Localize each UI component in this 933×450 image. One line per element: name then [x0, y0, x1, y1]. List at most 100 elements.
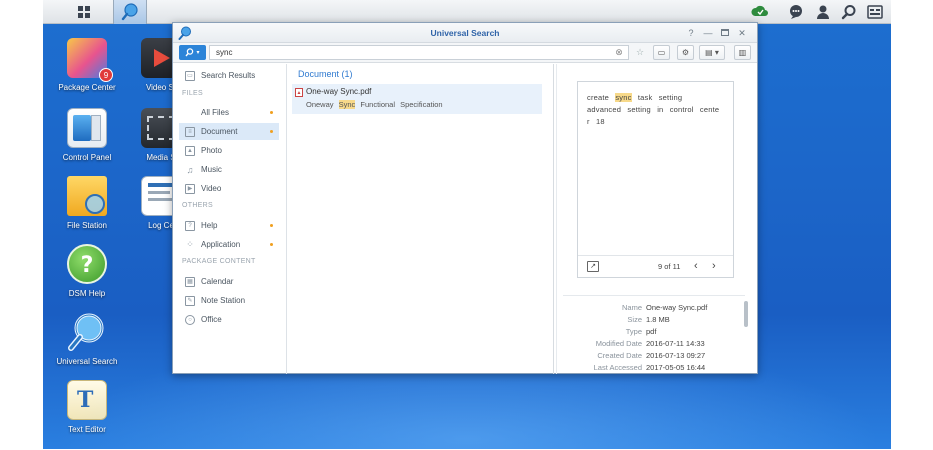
preview-text: create — [587, 93, 610, 102]
chevron-right-icon: › — [712, 260, 716, 272]
folder-search-icon: ▭ — [657, 48, 666, 57]
new-results-dot — [270, 111, 273, 114]
desktop-universal-search[interactable]: Universal Search — [47, 312, 127, 366]
panel-divider[interactable] — [553, 64, 554, 374]
search-query-text: sync — [216, 48, 233, 57]
property-key: Modified Date — [595, 339, 642, 348]
search-bar: ▾ sync ⊗ ☆ ▭ ⚙ ▤ ▾ ▥ — [173, 43, 757, 63]
widgets-icon[interactable] — [866, 3, 884, 21]
property-key: Name — [621, 303, 642, 312]
chat-icon[interactable] — [787, 3, 805, 21]
previous-page-button[interactable]: ‹ — [694, 260, 698, 272]
control-panel-label: Control Panel — [62, 153, 112, 162]
window-titlebar[interactable]: Universal Search ? — ✕ — [173, 23, 757, 43]
preview-text: task setting — [637, 93, 683, 102]
clear-search-button[interactable]: ⊗ — [611, 45, 627, 60]
desktop-control-panel[interactable]: Control Panel — [47, 108, 127, 162]
property-row: Size 1.8 MB — [558, 315, 748, 326]
snippet-highlight: Sync — [338, 100, 356, 109]
sidebar-item-calendar[interactable]: ▦ Calendar — [179, 273, 279, 290]
sidebar-item-document[interactable]: ≡ Document — [179, 123, 279, 140]
property-value: One-way Sync.pdf — [646, 303, 708, 312]
sidebar-item-note-station[interactable]: ✎ Note Station — [179, 292, 279, 309]
section-header-package-content: PACKAGE CONTENT — [182, 258, 256, 265]
close-button[interactable]: ✕ — [735, 26, 749, 40]
settings-button[interactable]: ⚙ — [677, 45, 694, 60]
sidebar-item-label: Calendar — [201, 277, 234, 286]
desktop-file-station[interactable]: File Station — [47, 176, 127, 230]
property-row: Name One-way Sync.pdf — [558, 303, 748, 314]
property-row: Last Accessed 2017-05-05 16:44 — [558, 363, 748, 373]
document-icon: ≡ — [185, 126, 195, 137]
universal-search-desktop-icon — [67, 312, 107, 352]
search-input[interactable]: sync — [209, 45, 629, 60]
files-icon — [185, 108, 195, 118]
file-properties: Name One-way Sync.pdf Size 1.8 MB Type p… — [558, 295, 748, 373]
property-value: 2017-05-05 16:44 — [646, 363, 706, 372]
window-title: Universal Search — [430, 28, 500, 38]
main-menu-button[interactable] — [67, 0, 101, 24]
property-key: Last Accessed — [593, 363, 642, 372]
result-item[interactable]: ▲ One-way Sync.pdf Oneway Sync Functiona… — [292, 84, 542, 114]
chevron-left-icon: ‹ — [694, 260, 698, 272]
apps-icon: ⁘ — [186, 239, 194, 249]
sidebar-item-label: Photo — [201, 146, 222, 155]
property-value: 2016-07-11 14:33 — [646, 339, 705, 348]
text-editor-label: Text Editor — [68, 425, 106, 434]
note-icon: ✎ — [185, 295, 195, 306]
sidebar-item-music[interactable]: ♫ Music — [179, 161, 279, 178]
package-update-badge: 9 — [99, 68, 113, 82]
next-page-button[interactable]: › — [712, 260, 716, 272]
sidebar-item-label: Application — [201, 240, 241, 249]
sidebar-item-help[interactable]: ? Help — [179, 217, 279, 234]
desktop: 9 Package Center Control Panel File Stat… — [43, 0, 891, 449]
package-center-label: Package Center — [58, 83, 116, 92]
view-mode-button[interactable]: ▤ ▾ — [699, 45, 725, 60]
desktop-package-center[interactable]: 9 Package Center — [47, 38, 127, 92]
favorite-button[interactable]: ☆ — [632, 45, 648, 60]
page-indicator: 9 of 11 — [658, 262, 681, 271]
document-preview: create sync task setting advanced settin… — [577, 81, 734, 278]
property-value: pdf — [646, 327, 657, 336]
file-station-icon — [67, 176, 107, 216]
sidebar-item-video[interactable]: ▶ Video — [179, 180, 279, 197]
section-header-others: OTHERS — [182, 202, 213, 209]
desktop-text-editor[interactable]: T Text Editor — [47, 380, 127, 434]
open-external-button[interactable]: ↗ — [587, 261, 599, 272]
properties-scrollbar[interactable] — [744, 301, 748, 327]
taskbar-universal-search[interactable] — [113, 0, 147, 24]
user-icon[interactable] — [814, 3, 832, 21]
desktop-dsm-help[interactable]: ? DSM Help — [47, 244, 127, 298]
sidebar-item-all-files[interactable]: All Files — [179, 104, 279, 121]
search-icon[interactable] — [840, 3, 858, 21]
clear-icon: ⊗ — [615, 47, 623, 57]
sidebar-item-office[interactable]: ○ Office — [179, 311, 279, 328]
preview-toggle-button[interactable]: ▥ — [734, 45, 751, 60]
sync-status-icon[interactable] — [751, 3, 769, 21]
sidebar-item-application[interactable]: ⁘ Application — [179, 236, 279, 253]
new-results-dot — [270, 243, 273, 246]
new-results-dot — [270, 130, 273, 133]
sidebar-item-search-results[interactable]: ▭ Search Results — [179, 67, 279, 84]
sidebar-item-label: Note Station — [201, 296, 246, 305]
search-scope-button[interactable]: ▾ — [179, 45, 206, 60]
universal-search-window: Universal Search ? — ✕ ▾ sync ⊗ ☆ ▭ ⚙ ▤ … — [172, 22, 758, 374]
minimize-button[interactable]: — — [701, 26, 715, 40]
section-header-files: FILES — [182, 90, 203, 97]
share-icon: ↗ — [590, 263, 596, 270]
help-icon: ? — [67, 244, 107, 284]
property-row: Created Date 2016-07-13 09:27 — [558, 351, 748, 362]
text-editor-icon: T — [67, 380, 107, 420]
sidebar-item-photo[interactable]: ▲ Photo — [179, 142, 279, 159]
help-button[interactable]: ? — [684, 26, 698, 40]
property-row: Type pdf — [558, 327, 748, 338]
save-search-button[interactable]: ▭ — [653, 45, 670, 60]
result-snippet: Oneway Sync Functional Specification — [306, 100, 443, 109]
grid-icon — [78, 6, 90, 18]
result-file-name: One-way Sync.pdf — [306, 87, 372, 96]
sidebar-item-label: Help — [201, 221, 218, 230]
taskbar — [43, 0, 891, 24]
photo-icon: ▲ — [185, 145, 195, 156]
maximize-button[interactable] — [718, 26, 732, 40]
star-icon: ☆ — [635, 47, 645, 57]
